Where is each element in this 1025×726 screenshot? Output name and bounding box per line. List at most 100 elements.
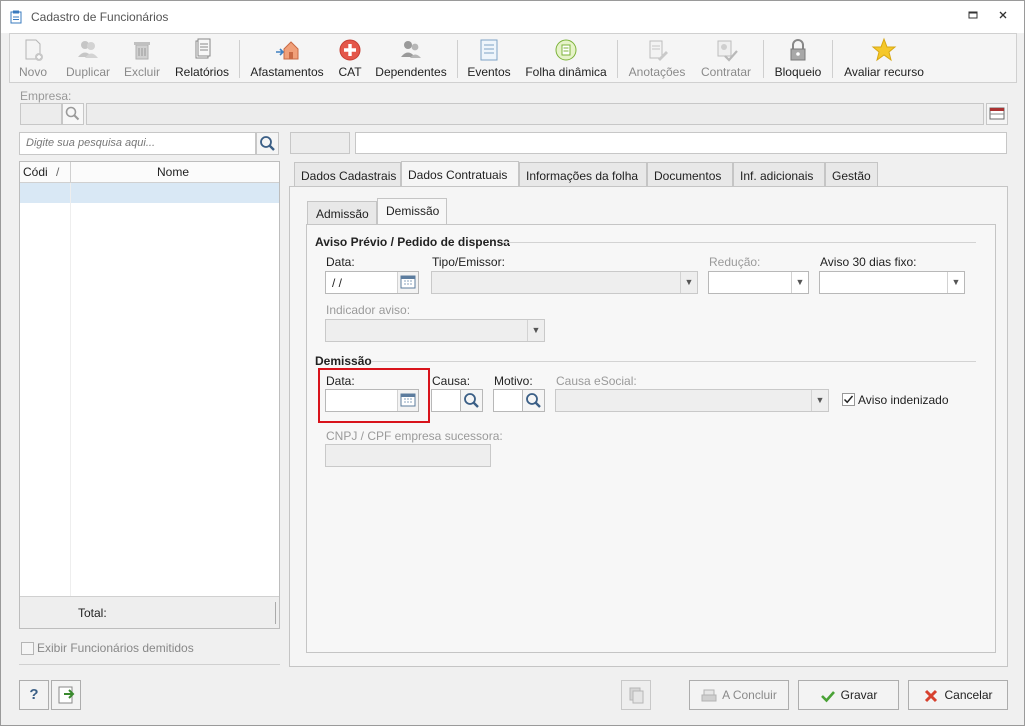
column-separator[interactable]: [70, 162, 71, 183]
indicador-aviso-label: Indicador aviso:: [326, 303, 411, 317]
help-button[interactable]: ?: [19, 680, 49, 710]
restore-icon[interactable]: [966, 9, 980, 23]
employee-registration-window: Cadastro de Funcionários Novo Duplicar E…: [0, 0, 1025, 726]
tab-dados-cadastrais[interactable]: Dados Cadastrais: [294, 162, 401, 187]
search-button[interactable]: [256, 132, 279, 155]
empresa-search-button[interactable]: [62, 103, 84, 125]
cnpj-label: CNPJ / CPF empresa sucessora:: [326, 429, 503, 443]
cancelar-button[interactable]: Cancelar: [908, 680, 1008, 710]
contratar-button[interactable]: Contratar: [695, 36, 757, 82]
help-icon: ?: [29, 686, 39, 703]
chevron-down-icon[interactable]: ▼: [791, 272, 808, 293]
list-document-icon: [480, 39, 498, 61]
eventos-button[interactable]: Eventos: [465, 36, 513, 82]
tab-documentos[interactable]: Documentos: [647, 162, 733, 187]
import-arrow-icon: [58, 686, 75, 704]
causa-search-button[interactable]: [460, 389, 483, 412]
novo-button[interactable]: Novo: [12, 36, 54, 82]
aviso-section-title: Aviso Prévio / Pedido de dispensa: [315, 235, 510, 249]
section-line: [372, 361, 976, 362]
indicador-aviso-select[interactable]: [325, 319, 545, 342]
aviso-indenizado-checkbox[interactable]: [842, 393, 855, 406]
filter-text-field[interactable]: [355, 132, 1007, 154]
gravar-button[interactable]: Gravar: [798, 680, 899, 710]
chevron-down-icon[interactable]: ▼: [527, 320, 544, 341]
import-button[interactable]: [51, 680, 81, 710]
column-codigo[interactable]: Códi: [23, 165, 48, 179]
tab-inf-adicionais[interactable]: Inf. adicionais: [733, 162, 825, 187]
cat-button[interactable]: CAT: [335, 36, 365, 82]
anotacoes-button[interactable]: Anotações: [625, 36, 689, 82]
dependentes-button[interactable]: Dependentes: [374, 36, 448, 82]
gravar-label: Gravar: [840, 688, 878, 702]
chevron-down-icon[interactable]: ▼: [947, 272, 964, 293]
footer-separator: [275, 602, 276, 624]
duplicar-button[interactable]: Duplicar: [60, 36, 116, 82]
search-icon: [464, 393, 479, 408]
new-document-icon: [25, 39, 43, 61]
toolbar-separator: [239, 40, 240, 78]
report-icon: [195, 38, 211, 59]
toolbar: Novo Duplicar Excluir Relatórios Afastam…: [9, 33, 1017, 83]
medical-cross-icon: [339, 39, 361, 61]
search-input[interactable]: Digite sua pesquisa aqui...: [19, 132, 256, 155]
aviso-data-label: Data:: [326, 255, 355, 269]
checkmark-icon: [843, 395, 854, 404]
aviso30-select[interactable]: [819, 271, 965, 294]
causa-esocial-label: Causa eSocial:: [556, 374, 637, 388]
motivo-label: Motivo:: [494, 374, 533, 388]
contract-check-icon: [717, 40, 738, 62]
search-icon: [260, 136, 275, 151]
section-line: [503, 242, 976, 243]
motivo-field[interactable]: [493, 389, 523, 412]
toolbar-separator: [832, 40, 833, 78]
search-icon: [526, 393, 541, 408]
lock-icon: [790, 39, 806, 61]
tipo-emissor-label: Tipo/Emissor:: [432, 255, 505, 269]
relatorios-button[interactable]: Relatórios: [170, 36, 234, 82]
refresh-sheet-icon: [555, 39, 577, 61]
cnpj-field[interactable]: [325, 444, 491, 467]
employee-grid: Códi / Nome Total:: [19, 161, 280, 629]
causa-esocial-select[interactable]: [555, 389, 829, 412]
house-exit-icon: [276, 41, 299, 60]
column-nome[interactable]: Nome: [157, 165, 189, 179]
users-icon: [78, 41, 98, 58]
bloqueio-button[interactable]: Bloqueio: [771, 36, 825, 82]
search-icon: [65, 106, 80, 121]
tipo-emissor-select[interactable]: [431, 271, 698, 294]
demissao-section-title: Demissão: [315, 354, 372, 368]
toolbar-separator: [617, 40, 618, 78]
empresa-browse-button[interactable]: [986, 103, 1008, 125]
folha-dinamica-button[interactable]: Folha dinâmica: [522, 36, 610, 82]
empresa-name-field[interactable]: [86, 103, 984, 125]
table-row-selected[interactable]: [20, 183, 279, 203]
concluir-button[interactable]: A Concluir: [689, 680, 789, 710]
copy-icon: [629, 687, 644, 704]
aviso-indenizado-label: Aviso indenizado: [858, 393, 949, 407]
tab-gestao[interactable]: Gestão: [825, 162, 878, 187]
filter-code-field[interactable]: [290, 132, 350, 154]
aviso-calendar-button[interactable]: [397, 272, 418, 293]
avaliar-recurso-button[interactable]: Avaliar recurso: [840, 36, 928, 82]
close-icon[interactable]: [996, 9, 1010, 23]
exibir-demitidos-checkbox[interactable]: [21, 642, 34, 655]
tab-dados-contratuais[interactable]: Dados Contratuais: [401, 161, 519, 188]
tab-admissao[interactable]: Admissão: [307, 201, 377, 225]
highlight-box: [318, 368, 430, 423]
grid-header: Códi / Nome: [20, 162, 279, 183]
chevron-down-icon[interactable]: ▼: [680, 272, 697, 293]
title-bar: Cadastro de Funcionários: [1, 1, 1024, 33]
copy-button[interactable]: [621, 680, 651, 710]
motivo-search-button[interactable]: [522, 389, 545, 412]
causa-field[interactable]: [431, 389, 461, 412]
excluir-button[interactable]: Excluir: [120, 36, 164, 82]
tab-demissao[interactable]: Demissão: [377, 198, 447, 225]
tab-informacoes-folha[interactable]: Informações da folha: [519, 162, 647, 187]
window-title: Cadastro de Funcionários: [31, 10, 169, 24]
printer-icon: [701, 689, 717, 702]
chevron-down-icon[interactable]: ▼: [811, 390, 828, 411]
afastamentos-button[interactable]: Afastamentos: [246, 36, 328, 82]
empresa-code-field[interactable]: [20, 103, 62, 125]
empresa-label: Empresa:: [20, 89, 72, 103]
